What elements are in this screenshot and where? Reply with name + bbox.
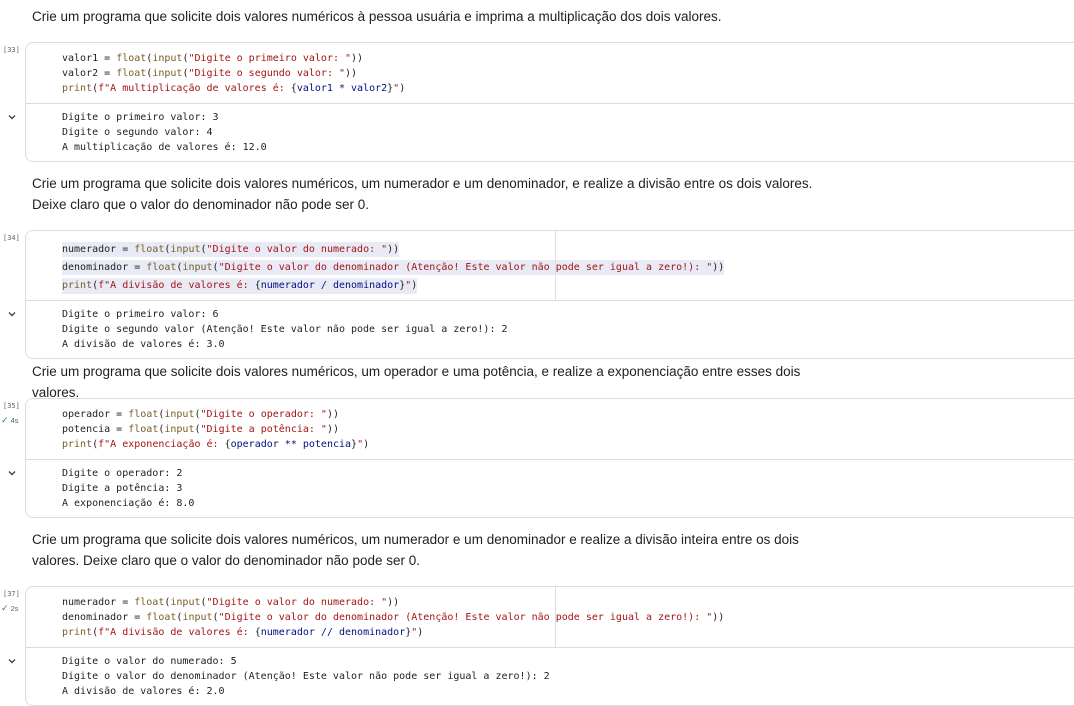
code-cell[interactable]: [35] ✓ 4s operador = float(input("Digite… (1, 398, 1074, 519)
code-editor[interactable]: numerador = float(input("Digite o valor … (26, 587, 1074, 647)
code-line: print(f"A divisão de valores é: {numerad… (62, 627, 424, 639)
markdown-cell[interactable]: Crie um programa que solicite dois valor… (32, 361, 832, 403)
execution-time: ✓ 2s (1, 603, 19, 614)
cell-text: Crie um programa que solicite dois valor… (32, 176, 813, 212)
output-line: Digite o primeiro valor: 6 (62, 308, 219, 320)
output-line: Digite o primeiro valor: 3 (62, 111, 219, 123)
execution-count: [37] (3, 590, 20, 598)
line-ruler (555, 587, 556, 647)
code-line: print(f"A multiplicação de valores é: {v… (62, 83, 406, 95)
code-line: print(f"A exponenciação é: {operador ** … (62, 439, 370, 451)
output-line: A exponenciação é: 8.0 (62, 498, 195, 510)
code-line: numerador = float(input("Digite o valor … (62, 242, 400, 258)
chevron-down-icon[interactable] (7, 309, 17, 319)
cell-text: Crie um programa que solicite dois valor… (32, 532, 799, 568)
code-cell[interactable]: [33] valor1 = float(input("Digite o prim… (3, 42, 1074, 163)
chevron-down-icon[interactable] (7, 656, 17, 666)
code-line: print(f"A divisão de valores é: {numerad… (62, 278, 418, 294)
code-line: valor1 = float(input("Digite o primeiro … (62, 53, 364, 64)
line-ruler (555, 231, 556, 300)
cell-output: Digite o primeiro valor: 3 Digite o segu… (8, 102, 1074, 162)
code-line: potencia = float(input("Digite a potênci… (62, 424, 339, 436)
code-cell[interactable]: [34] numerador = float(input("Digite o v… (3, 230, 1074, 360)
code-line: denominador = float(input("Digite o valo… (62, 260, 725, 276)
cell-output: Digite o operador: 2 Digite a potência: … (8, 458, 1074, 518)
cell-output: Digite o valor do numerado: 5 Digite o v… (8, 646, 1074, 706)
cell-text: Crie um programa que solicite dois valor… (32, 364, 801, 400)
code-line: valor2 = float(input("Digite o segundo v… (62, 68, 358, 80)
cell-text: Crie um programa que solicite dois valor… (32, 9, 722, 24)
code-editor[interactable]: valor1 = float(input("Digite o primeiro … (26, 43, 1074, 103)
chevron-down-icon[interactable] (7, 112, 17, 122)
execution-duration: 2s (10, 604, 19, 613)
cell-output: Digite o primeiro valor: 6 Digite o segu… (8, 299, 1074, 359)
code-cell[interactable]: [37] ✓ 2s numerador = float(input("Digit… (1, 586, 1074, 706)
code-editor[interactable]: operador = float(input("Digite o operado… (26, 399, 1074, 459)
markdown-cell[interactable]: Crie um programa que solicite dois valor… (32, 529, 832, 571)
output-line: Digite o valor do denominador (Atenção! … (62, 670, 550, 682)
check-icon: ✓ (1, 415, 9, 425)
execution-count: [33] (3, 46, 20, 54)
execution-time: ✓ 4s (1, 415, 19, 426)
output-line: Digite o segundo valor: 4 (62, 126, 213, 138)
execution-duration: 4s (10, 416, 19, 425)
execution-count: [34] (3, 234, 20, 242)
execution-count: [35] (3, 402, 20, 410)
code-editor[interactable]: numerador = float(input("Digite o valor … (26, 231, 1074, 300)
check-icon: ✓ (1, 603, 9, 613)
code-line: numerador = float(input("Digite o valor … (62, 597, 400, 608)
output-line: Digite o valor do numerado: 5 (62, 655, 237, 667)
output-line: A multiplicação de valores é: 12.0 (62, 142, 267, 154)
code-line: operador = float(input("Digite o operado… (62, 409, 339, 420)
chevron-down-icon[interactable] (7, 468, 17, 478)
output-line: Digite o operador: 2 (62, 467, 183, 479)
output-line: Digite a potência: 3 (62, 482, 183, 494)
markdown-cell[interactable]: Crie um programa que solicite dois valor… (32, 173, 832, 215)
output-line: A divisão de valores é: 2.0 (62, 686, 225, 698)
output-line: Digite o segundo valor (Atenção! Este va… (62, 323, 508, 335)
code-line: denominador = float(input("Digite o valo… (62, 612, 725, 624)
output-line: A divisão de valores é: 3.0 (62, 339, 225, 351)
markdown-cell[interactable]: Crie um programa que solicite dois valor… (32, 6, 832, 27)
